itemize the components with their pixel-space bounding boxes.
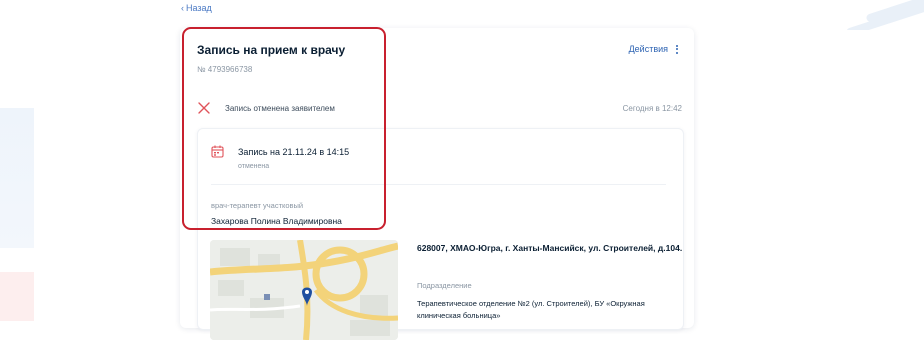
- map-image: [210, 240, 398, 340]
- location-map[interactable]: [210, 240, 398, 340]
- clinic-address: 628007, ХМАО-Югра, г. Ханты-Мансийск, ул…: [417, 243, 683, 253]
- subdivision-value: Терапевтическое отделение №2 (ул. Строит…: [417, 299, 645, 320]
- subdivision-label: Подразделение: [417, 281, 472, 290]
- background-stripes: [834, 0, 924, 30]
- chevron-left-icon: ‹: [181, 3, 184, 13]
- actions-button[interactable]: Действия: [629, 44, 680, 54]
- highlight-frame: [182, 27, 386, 230]
- actions-label: Действия: [628, 44, 668, 54]
- status-time: Сегодня в 12:42: [622, 104, 682, 113]
- background-shape: [0, 272, 34, 321]
- back-link[interactable]: ‹ Назад: [181, 3, 212, 13]
- more-vertical-icon: [674, 44, 680, 54]
- back-label: Назад: [186, 3, 212, 13]
- background-shape: [0, 108, 34, 248]
